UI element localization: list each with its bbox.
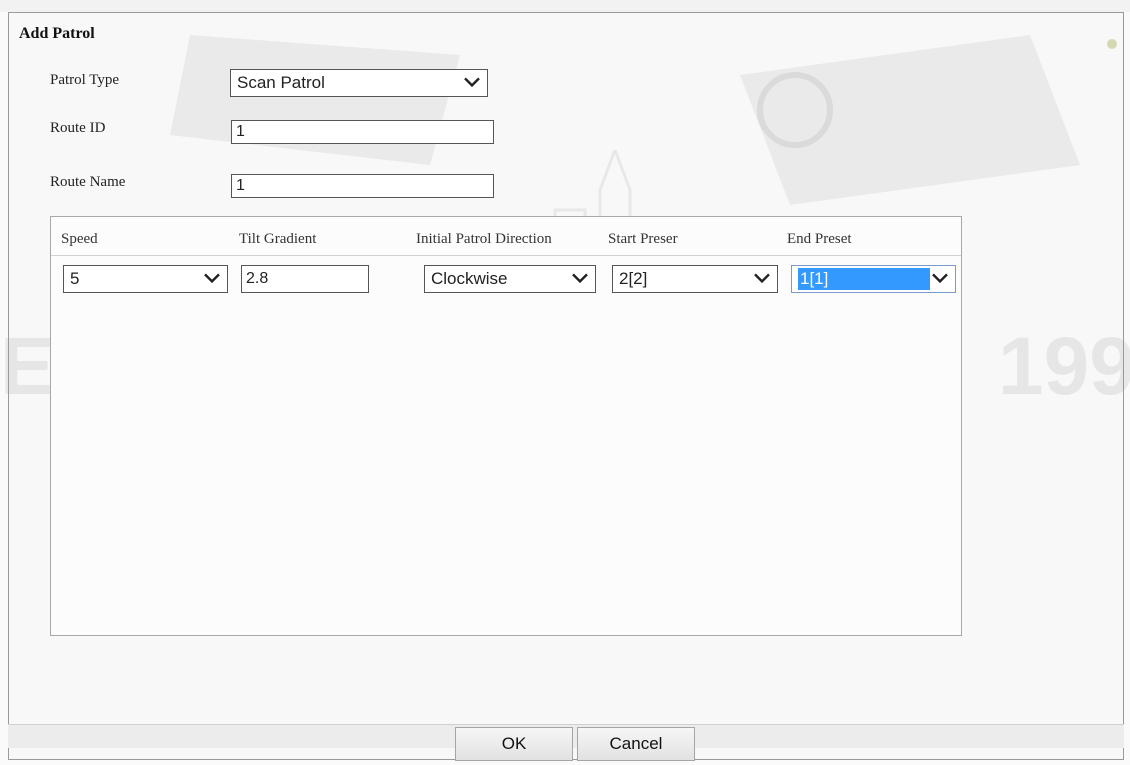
cancel-button[interactable]: Cancel bbox=[577, 727, 695, 761]
chevron-down-icon bbox=[753, 272, 771, 284]
speed-select[interactable]: 5 bbox=[63, 265, 228, 293]
route-id-label: Route ID bbox=[50, 120, 106, 136]
speed-value: 5 bbox=[70, 269, 80, 288]
col-header-speed: Speed bbox=[61, 231, 98, 247]
table-header: Speed Tilt Gradient Initial Patrol Direc… bbox=[51, 217, 961, 256]
start-preset-select[interactable]: 2[2] bbox=[612, 265, 778, 293]
initial-direction-value: Clockwise bbox=[431, 269, 508, 288]
patrol-type-label: Patrol Type bbox=[50, 72, 120, 88]
chevron-down-icon bbox=[571, 272, 589, 284]
initial-direction-select[interactable]: Clockwise bbox=[424, 265, 596, 293]
chevron-down-icon bbox=[463, 76, 481, 88]
route-id-input[interactable] bbox=[231, 120, 494, 144]
end-preset-select[interactable]: 1[1] bbox=[791, 265, 956, 293]
dialog-title: Add Patrol bbox=[19, 25, 95, 42]
end-preset-value: 1[1] bbox=[798, 268, 930, 290]
patrol-type-select[interactable]: Scan Patrol bbox=[230, 69, 488, 97]
window-top-strip bbox=[0, 0, 1130, 12]
corner-indicator-icon bbox=[1107, 39, 1117, 49]
route-name-input[interactable] bbox=[231, 174, 494, 198]
ok-button[interactable]: OK bbox=[455, 727, 573, 761]
chevron-down-icon bbox=[203, 272, 221, 284]
tilt-gradient-input[interactable] bbox=[241, 265, 369, 293]
chevron-down-icon bbox=[931, 272, 949, 284]
col-header-initial-direction: Initial Patrol Direction bbox=[416, 231, 552, 247]
col-header-start-preset: Start Preser bbox=[608, 231, 678, 247]
patrol-type-value: Scan Patrol bbox=[237, 73, 325, 92]
route-name-label: Route Name bbox=[50, 174, 126, 190]
col-header-tilt-gradient: Tilt Gradient bbox=[239, 231, 317, 247]
start-preset-value: 2[2] bbox=[619, 269, 648, 288]
col-header-end-preset: End Preset bbox=[787, 231, 852, 247]
